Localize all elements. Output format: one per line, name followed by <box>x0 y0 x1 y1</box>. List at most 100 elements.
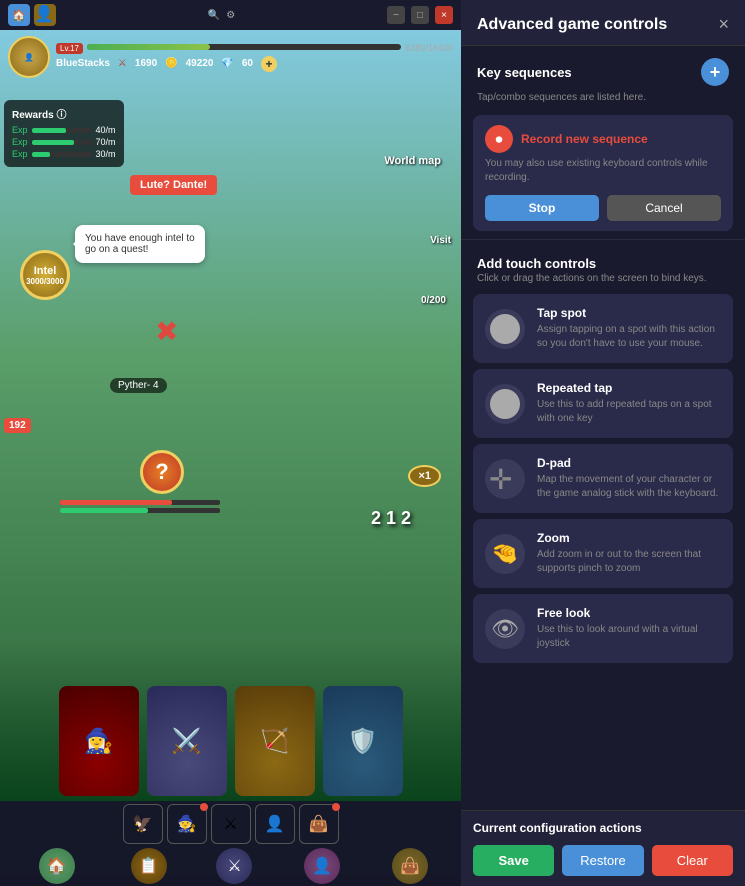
lute-banner[interactable]: Lute? Dante! <box>130 175 217 195</box>
title-bar: 🏠 👤 🔍 ⚙ − □ × <box>0 0 461 30</box>
nav-tab-character[interactable]: 👤 Character <box>302 848 342 886</box>
world-map-label: World map <box>384 155 441 167</box>
restore-button[interactable]: Restore <box>562 845 643 876</box>
score-display: 2 1 2 <box>371 508 411 529</box>
tap-circle <box>490 314 520 344</box>
panel-title: Advanced game controls <box>477 16 667 34</box>
reward-val-3: 30/m <box>96 149 116 159</box>
clear-button[interactable]: Clear <box>652 845 733 876</box>
freelook-desc: Use this to look around with a virtual j… <box>537 623 721 651</box>
panel-close-button[interactable]: × <box>718 14 729 35</box>
nav-tab-battle[interactable]: ⚔ Battle <box>216 848 252 886</box>
visit-label[interactable]: Visit <box>430 235 451 246</box>
speech-text: You have enough intel to go on a quest! <box>85 233 195 255</box>
reward-val-2: 70/m <box>96 137 116 147</box>
battle-area: 🧙‍♀️ ⚔️ 🏹 🛡️ <box>0 641 461 801</box>
dpad-icon <box>485 459 525 499</box>
pyther-label: Pyther- 4 <box>110 378 167 393</box>
rewards-panel: Rewards ⓘ Exp 40/m Exp 70/m Exp 30/m <box>4 100 124 167</box>
nav-tabs: 🏠 Home Page 📋 Quests ⚔ Battle 👤 Characte… <box>0 844 461 886</box>
tap-spot-desc: Assign tapping on a spot with this actio… <box>537 323 721 351</box>
badge-192: 192 <box>4 418 31 433</box>
quick-item-4[interactable]: 👤 <box>255 804 295 844</box>
intel-label: Intel <box>34 265 57 277</box>
repeated-tap-desc: Use this to add repeated taps on a spot … <box>537 398 721 426</box>
key-sequences-desc: Tap/combo sequences are listed here. <box>461 92 745 111</box>
panel-content[interactable]: Key sequences + Tap/combo sequences are … <box>461 46 745 810</box>
nav-tab-bag[interactable]: 👜 Bag <box>392 848 428 886</box>
badge-x1: ×1 <box>408 465 441 487</box>
record-card: ⏺ Record new sequence You may also use e… <box>473 115 733 231</box>
exp-label-2: Exp <box>12 137 28 147</box>
speech-bubble: You have enough intel to go on a quest! <box>75 225 205 263</box>
player-avatar-small: 👤 <box>34 4 56 26</box>
coin-value: 49220 <box>186 58 214 69</box>
coin-icon: 🪙 <box>165 58 177 69</box>
exp-label: Exp <box>12 125 28 135</box>
freelook-card[interactable]: 👁 Free look Use this to look around with… <box>473 594 733 663</box>
nav-tab-quests[interactable]: 📋 Quests <box>131 848 167 886</box>
close-button[interactable]: × <box>435 6 453 24</box>
settings-icon[interactable]: ⚙ <box>226 10 235 21</box>
rewards-title: Rewards ⓘ <box>12 106 116 121</box>
gem-value: 60 <box>242 58 253 69</box>
quick-item-1[interactable]: 🦅 <box>123 804 163 844</box>
quest-marker[interactable]: ? <box>140 450 184 494</box>
quick-item-3[interactable]: ⚔ <box>211 804 251 844</box>
zoom-card[interactable]: 🤏 Zoom Add zoom in or out to the screen … <box>473 519 733 588</box>
config-title: Current configuration actions <box>473 821 733 835</box>
maximize-button[interactable]: □ <box>411 6 429 24</box>
nav-tab-home[interactable]: 🏠 Home Page <box>33 848 81 886</box>
sword-value: 1690 <box>135 58 157 69</box>
hp-bar-green <box>60 508 148 513</box>
character-warrior: 🛡️ <box>323 686 403 796</box>
dpad-card[interactable]: D-pad Map the movement of your character… <box>473 444 733 513</box>
badge-0200: 0/200 <box>421 295 446 306</box>
add-currency-button[interactable]: + <box>261 56 277 72</box>
exp-bar <box>87 44 210 50</box>
nav-bag-icon: 👜 <box>392 848 428 884</box>
freelook-icon: 👁 <box>485 609 525 649</box>
exp-label-3: Exp <box>12 149 28 159</box>
bottom-nav: 🦅 🧙 ⚔ 👤 👜 🏠 Home Page 📋 Quests ⚔ <box>0 801 461 886</box>
tap-spot-card[interactable]: Tap spot Assign tapping on a spot with t… <box>473 294 733 363</box>
nav-home-icon: 🏠 <box>39 848 75 884</box>
record-desc: You may also use existing keyboard contr… <box>485 157 721 185</box>
dpad-desc: Map the movement of your character or th… <box>537 473 721 501</box>
gem-icon: 💎 <box>221 58 233 69</box>
player-name: BlueStacks <box>56 58 110 69</box>
repeated-tap-icon <box>485 384 525 424</box>
character-witch: 🧙‍♀️ <box>59 686 139 796</box>
cancel-button[interactable]: Cancel <box>607 195 721 221</box>
record-title: Record new sequence <box>521 132 648 146</box>
repeated-tap-card[interactable]: Repeated tap Use this to add repeated ta… <box>473 369 733 438</box>
touch-controls-header: Add touch controls Click or drag the act… <box>461 244 745 288</box>
save-button[interactable]: Save <box>473 845 554 876</box>
touch-controls-desc: Click or drag the actions on the screen … <box>477 273 729 284</box>
quick-item-5[interactable]: 👜 <box>299 804 339 844</box>
crossed-swords-icon: ✖ <box>155 315 178 348</box>
divider-1 <box>461 239 745 240</box>
intel-badge: Intel 3000/3000 <box>20 250 70 300</box>
quick-item-2[interactable]: 🧙 <box>167 804 207 844</box>
tap-spot-name: Tap spot <box>537 306 721 320</box>
stop-button[interactable]: Stop <box>485 195 599 221</box>
repeated-circle <box>490 389 520 419</box>
record-icon: ⏺ <box>485 125 513 153</box>
config-buttons: Save Restore Clear <box>473 845 733 876</box>
nav-character-icon: 👤 <box>304 848 340 884</box>
repeated-tap-name: Repeated tap <box>537 381 721 395</box>
level-badge: Lv.17 <box>56 43 83 54</box>
add-sequence-button[interactable]: + <box>701 58 729 86</box>
reward-val-1: 40/m <box>96 125 116 135</box>
player-avatar: 👤 <box>8 36 50 78</box>
zoom-symbol: 🤏 <box>491 541 518 567</box>
hp-bar-red <box>60 500 172 505</box>
search-icon[interactable]: 🔍 <box>208 10 220 21</box>
zoom-name: Zoom <box>537 531 721 545</box>
dpad-cross <box>489 463 521 495</box>
minimize-button[interactable]: − <box>387 6 405 24</box>
exp-value: 6389/16400 <box>405 43 453 53</box>
sword-icon: ⚔ <box>118 58 127 69</box>
home-icon[interactable]: 🏠 <box>8 4 30 26</box>
